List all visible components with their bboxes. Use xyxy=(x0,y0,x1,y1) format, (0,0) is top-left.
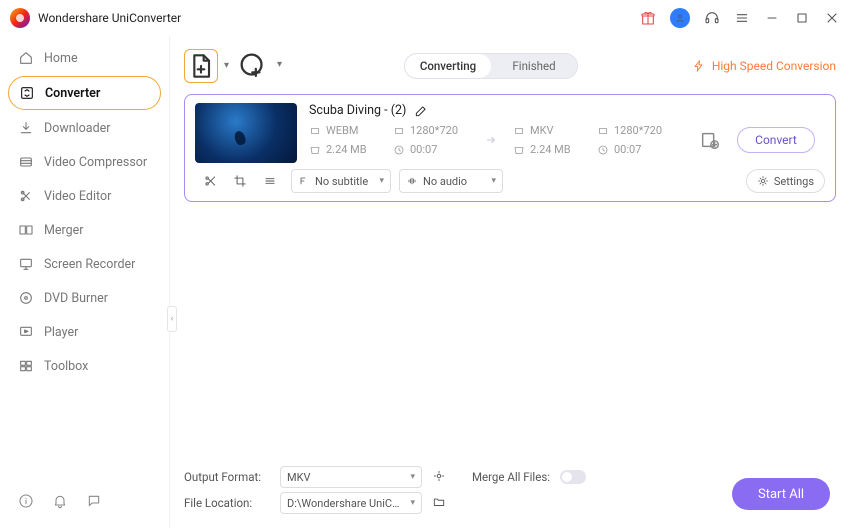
merge-label: Merge All Files: xyxy=(472,470,550,484)
add-url-button[interactable]: ▾ xyxy=(236,49,270,83)
maximize-icon[interactable] xyxy=(794,10,810,26)
subtitle-select[interactable]: No subtitle▾ xyxy=(291,169,391,193)
sidebar-item-label: Home xyxy=(44,51,78,66)
gift-icon[interactable] xyxy=(640,10,656,26)
feedback-icon[interactable] xyxy=(86,493,102,512)
chevron-down-icon[interactable]: ▾ xyxy=(224,60,229,71)
merge-toggle[interactable] xyxy=(560,470,586,484)
app-title: Wondershare UniConverter xyxy=(38,11,181,25)
sidebar-item-label: Downloader xyxy=(44,121,111,136)
high-speed-toggle[interactable]: High Speed Conversion xyxy=(692,59,836,73)
sidebar-item-converter[interactable]: Converter xyxy=(8,76,161,110)
bell-icon[interactable] xyxy=(52,493,68,512)
info-icon[interactable] xyxy=(18,493,34,512)
sidebar-item-toolbox[interactable]: Toolbox xyxy=(8,350,161,382)
menu-icon[interactable] xyxy=(734,10,750,26)
output-format-select[interactable]: MKV▾ xyxy=(280,466,422,488)
sidebar-item-dvd[interactable]: DVD Burner xyxy=(8,282,161,314)
add-file-button[interactable]: ▾ xyxy=(184,49,218,83)
trim-icon[interactable] xyxy=(195,169,225,193)
sidebar-item-label: Merger xyxy=(44,223,84,238)
sidebar-item-label: Converter xyxy=(45,86,100,101)
sidebar-item-label: Toolbox xyxy=(44,359,88,374)
sidebar: Home Converter Downloader Video Compress… xyxy=(0,36,170,528)
settings-button[interactable]: Settings xyxy=(746,169,825,193)
file-location-label: File Location: xyxy=(184,496,270,510)
task-card[interactable]: Scuba Diving - (2) WEBM 2.24 MB 1280*720… xyxy=(184,94,836,202)
target-duration: 00:07 xyxy=(597,143,673,156)
sidebar-item-label: Video Compressor xyxy=(44,155,147,170)
file-name: Scuba Diving - (2) xyxy=(309,103,406,118)
titlebar: Wondershare UniConverter xyxy=(0,0,850,36)
open-folder-icon[interactable] xyxy=(432,495,446,512)
convert-button[interactable]: Convert xyxy=(737,127,815,153)
crop-icon[interactable] xyxy=(225,169,255,193)
output-format-label: Output Format: xyxy=(184,470,270,484)
sidebar-item-compressor[interactable]: Video Compressor xyxy=(8,146,161,178)
output-settings-icon[interactable] xyxy=(699,129,721,151)
sidebar-item-editor[interactable]: Video Editor xyxy=(8,180,161,212)
sidebar-item-home[interactable]: Home xyxy=(8,42,161,74)
target-format: MKV xyxy=(513,124,589,137)
minimize-icon[interactable] xyxy=(764,10,780,26)
sidebar-item-label: Player xyxy=(44,325,78,340)
tab-switch: Converting Finished xyxy=(404,53,578,79)
sidebar-item-label: Video Editor xyxy=(44,189,111,204)
sidebar-item-label: DVD Burner xyxy=(44,291,108,306)
chevron-down-icon[interactable]: ▾ xyxy=(277,59,282,70)
sidebar-item-player[interactable]: Player xyxy=(8,316,161,348)
high-speed-label: High Speed Conversion xyxy=(712,59,836,73)
target-size: 2.24 MB xyxy=(513,143,589,156)
target-resolution: 1280*720 xyxy=(597,124,673,137)
sidebar-item-label: Screen Recorder xyxy=(44,257,135,272)
video-thumbnail[interactable] xyxy=(195,103,297,163)
format-settings-icon[interactable] xyxy=(432,469,446,486)
source-size: 2.24 MB xyxy=(309,143,385,156)
app-logo xyxy=(10,8,30,28)
source-duration: 00:07 xyxy=(393,143,469,156)
main-panel: ▾ ▾ Converting Finished High Speed Conve… xyxy=(170,36,850,528)
sidebar-item-downloader[interactable]: Downloader xyxy=(8,112,161,144)
headset-icon[interactable] xyxy=(704,10,720,26)
source-format: WEBM xyxy=(309,124,385,137)
start-all-button[interactable]: Start All xyxy=(732,478,830,510)
arrow-icon xyxy=(477,130,505,150)
sidebar-item-merger[interactable]: Merger xyxy=(8,214,161,246)
edit-icon[interactable] xyxy=(414,104,428,118)
close-icon[interactable] xyxy=(824,10,840,26)
source-resolution: 1280*720 xyxy=(393,124,469,137)
tab-finished[interactable]: Finished xyxy=(491,54,577,78)
tab-converting[interactable]: Converting xyxy=(405,54,491,78)
file-location-select[interactable]: D:\Wondershare UniConverter▾ xyxy=(280,492,422,514)
sidebar-item-recorder[interactable]: Screen Recorder xyxy=(8,248,161,280)
avatar-icon[interactable] xyxy=(670,8,690,28)
audio-select[interactable]: No audio▾ xyxy=(399,169,503,193)
more-icon[interactable] xyxy=(255,169,285,193)
